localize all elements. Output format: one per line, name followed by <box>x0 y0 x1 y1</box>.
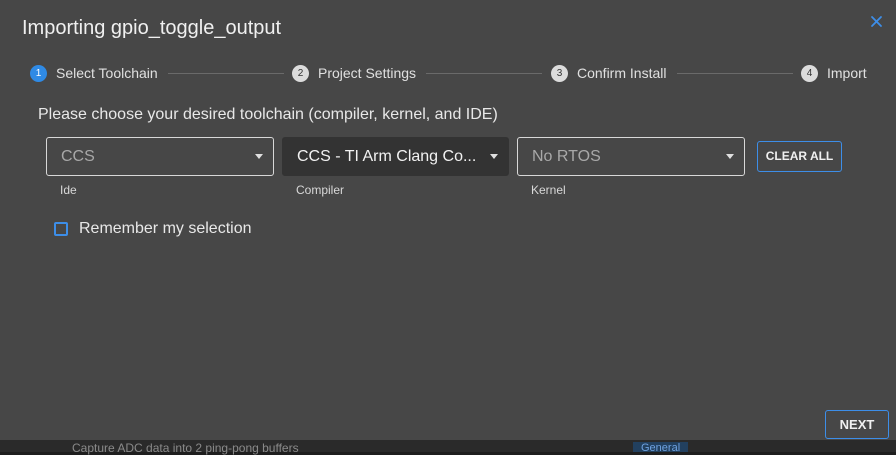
step-4-label: Import <box>827 65 867 81</box>
kernel-select-value: No RTOS <box>532 148 601 165</box>
step-connector-3 <box>677 73 793 74</box>
stepper: 1 Select Toolchain 2 Project Settings 3 … <box>0 0 896 100</box>
step-3-label: Confirm Install <box>577 65 667 81</box>
ide-helper-label: Ide <box>60 183 77 197</box>
step-1-label: Select Toolchain <box>56 65 158 81</box>
background-row-badge: General <box>633 442 689 452</box>
kernel-helper-label: Kernel <box>531 183 566 197</box>
step-connector-2 <box>426 73 542 74</box>
step-1-number: 1 <box>30 65 47 82</box>
step-4-number: 4 <box>801 65 818 82</box>
import-dialog: Importing gpio_toggle_output 1 Select To… <box>0 0 896 440</box>
chevron-down-icon <box>726 154 734 159</box>
kernel-select[interactable]: No RTOS <box>517 137 745 176</box>
toolchain-prompt: Please choose your desired toolchain (co… <box>38 106 498 123</box>
ide-select-value: CCS <box>61 148 95 165</box>
background-row-text: Capture ADC data into 2 ping-pong buffer… <box>72 441 299 455</box>
step-connector-1 <box>168 73 284 74</box>
chevron-down-icon <box>490 154 498 159</box>
clear-all-button[interactable]: CLEAR ALL <box>757 141 842 172</box>
next-button[interactable]: NEXT <box>825 410 889 439</box>
remember-selection-checkbox[interactable] <box>54 222 68 236</box>
ide-select[interactable]: CCS <box>46 137 274 176</box>
compiler-select-value: CCS - TI Arm Clang Co... <box>297 148 477 165</box>
step-3-number: 3 <box>551 65 568 82</box>
compiler-helper-label: Compiler <box>296 183 345 197</box>
remember-selection-label[interactable]: Remember my selection <box>79 220 252 238</box>
step-2-label: Project Settings <box>318 65 417 81</box>
step-2-number: 2 <box>292 65 309 82</box>
compiler-select[interactable]: CCS - TI Arm Clang Co... <box>282 137 509 176</box>
chevron-down-icon <box>255 154 263 159</box>
